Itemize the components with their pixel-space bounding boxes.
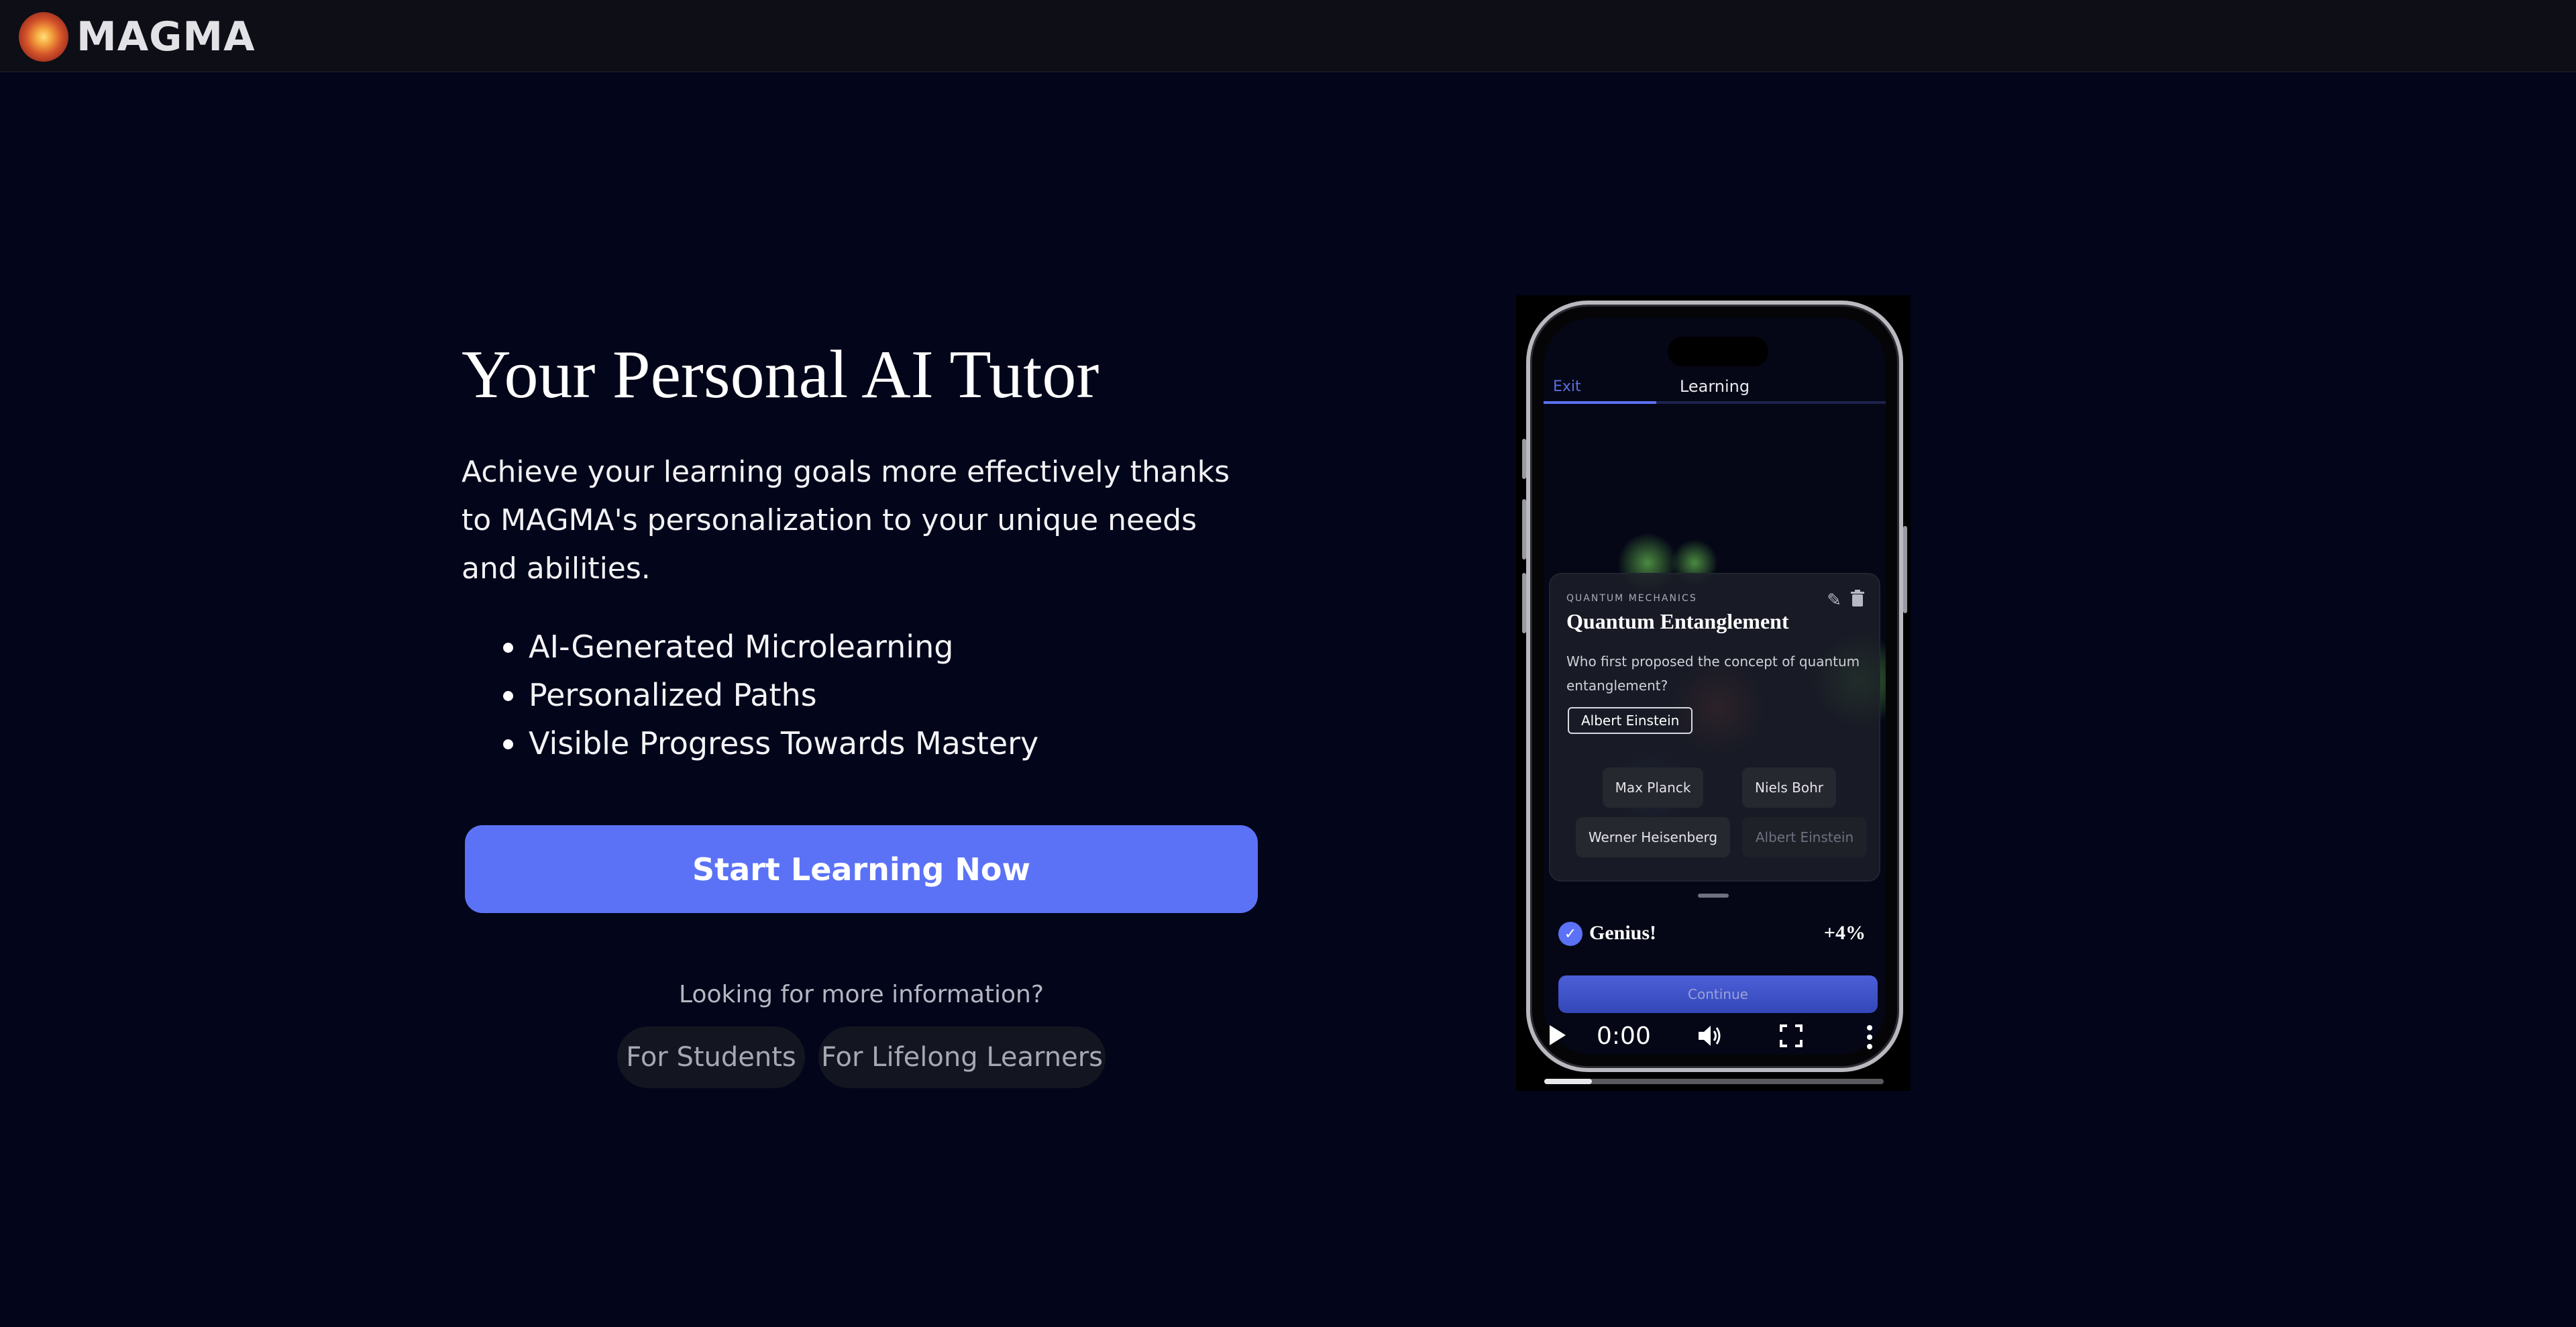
fullscreen-icon[interactable]: [1779, 1024, 1803, 1048]
phone-side-button: [1522, 499, 1526, 560]
learning-progress-bar: [1544, 401, 1886, 404]
pencil-icon[interactable]: ✎: [1827, 590, 1841, 611]
phone-frame: Exit Learning QUANTUM MECHANICS ✎ Quantu…: [1522, 301, 1907, 1072]
selected-answer[interactable]: Albert Einstein: [1568, 707, 1693, 734]
phone-side-button: [1522, 439, 1526, 479]
phone-screen: Exit Learning QUANTUM MECHANICS ✎ Quantu…: [1544, 318, 1886, 1055]
feature-item: Visible Progress Towards Mastery: [462, 719, 1038, 767]
sheet-drag-handle[interactable]: [1698, 894, 1729, 898]
dynamic-island: [1668, 337, 1768, 366]
check-circle-icon: ✓: [1558, 922, 1582, 946]
play-icon[interactable]: [1550, 1025, 1566, 1045]
phone-side-button: [1522, 573, 1526, 633]
question-card: QUANTUM MECHANICS ✎ Quantum Entanglement…: [1549, 573, 1880, 882]
more-options-icon[interactable]: [1866, 1024, 1873, 1051]
volume-icon[interactable]: [1696, 1022, 1723, 1049]
video-seek-progress: [1544, 1079, 1592, 1084]
feature-list: AI-Generated Microlearning Personalized …: [462, 623, 1038, 767]
for-students-link[interactable]: For Students: [617, 1026, 805, 1088]
screen-title: Learning: [1679, 377, 1750, 396]
video-controls: 0:00: [1516, 1000, 1911, 1091]
top-bar: MAGMA: [0, 0, 2576, 72]
video-seek-bar[interactable]: [1544, 1079, 1884, 1084]
answer-option-used[interactable]: Albert Einstein: [1742, 817, 1867, 857]
learning-progress-fill: [1544, 401, 1657, 404]
feedback-label: Genius!: [1589, 922, 1657, 944]
answer-option[interactable]: Max Planck: [1603, 767, 1703, 808]
brand-name[interactable]: MAGMA: [76, 13, 256, 60]
mastery-gain: +4%: [1823, 922, 1866, 944]
feature-item: AI-Generated Microlearning: [462, 623, 1038, 671]
phone-side-button: [1903, 526, 1907, 613]
more-info-text: Looking for more information?: [679, 981, 1044, 1008]
hero-title: Your Personal AI Tutor: [462, 337, 1099, 413]
card-title: Quantum Entanglement: [1566, 609, 1789, 633]
trash-icon[interactable]: [1849, 589, 1866, 608]
hero-description: Achieve your learning goals more effecti…: [462, 455, 1230, 586]
feature-item: Personalized Paths: [462, 671, 1038, 719]
for-lifelong-learners-link[interactable]: For Lifelong Learners: [818, 1026, 1106, 1088]
magma-logo-icon[interactable]: [19, 12, 68, 62]
card-category: QUANTUM MECHANICS: [1566, 593, 1697, 604]
answer-option[interactable]: Werner Heisenberg: [1576, 817, 1730, 857]
app-preview-video[interactable]: Exit Learning QUANTUM MECHANICS ✎ Quantu…: [1516, 295, 1911, 1091]
video-time: 0:00: [1597, 1022, 1651, 1050]
answer-option[interactable]: Niels Bohr: [1742, 767, 1836, 808]
start-learning-button[interactable]: Start Learning Now: [465, 825, 1258, 913]
card-question: Who first proposed the concept of quantu…: [1566, 653, 1860, 694]
